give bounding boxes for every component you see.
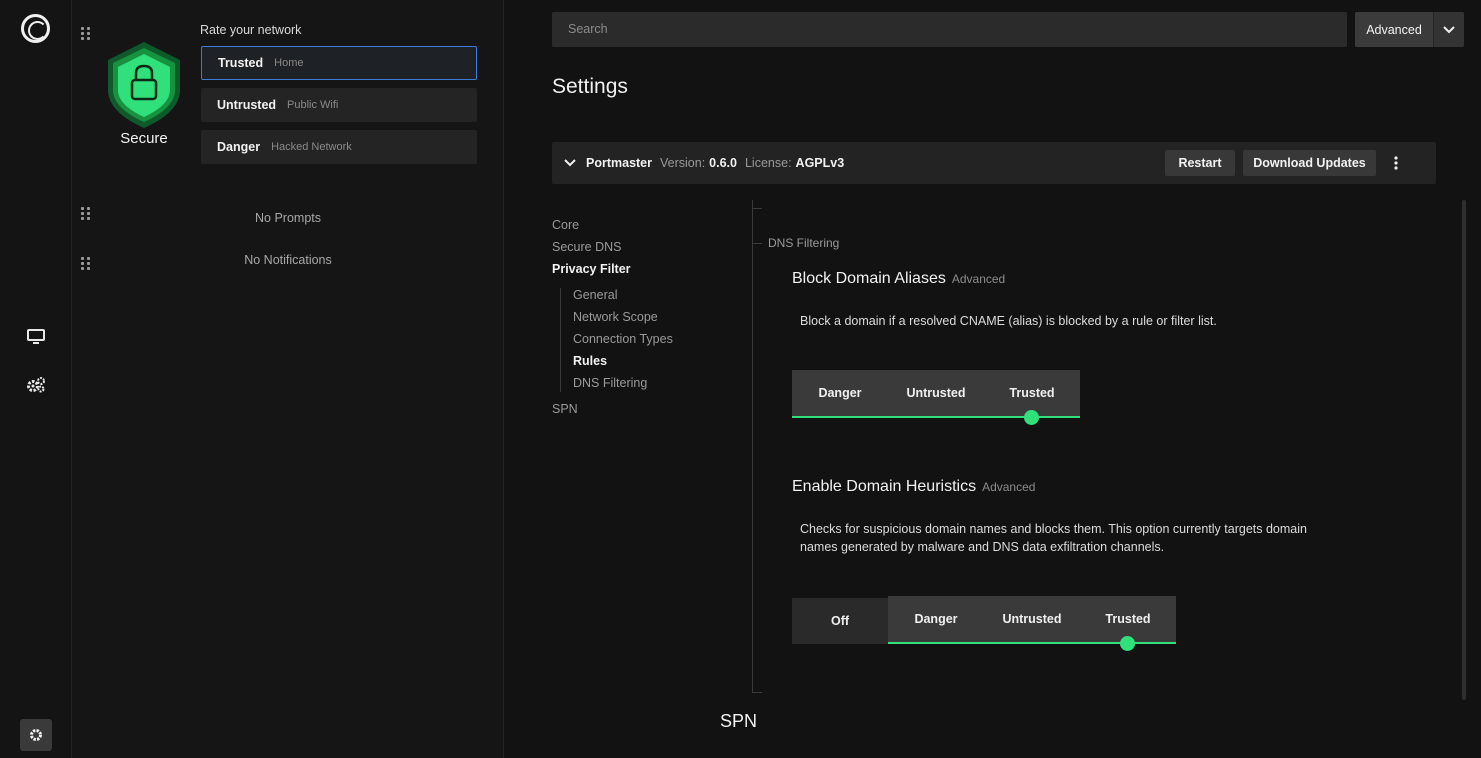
rate-option-sublabel: Hacked Network [271,141,352,153]
section-tree-tick [752,208,762,209]
section-label: DNS Filtering [768,236,840,250]
rate-option-label: Untrusted [217,98,277,112]
scrollbar[interactable] [1462,200,1466,700]
setting-title: Block Domain Aliases Advanced [792,270,1005,288]
page-title: Settings [552,75,628,98]
security-level-slider[interactable]: Danger Untrusted Trusted [792,370,1080,425]
rate-option-sublabel: Public Wifi [287,99,339,111]
slider-knob[interactable] [1024,410,1039,425]
notifications-empty: No Notifications [244,253,332,267]
status-panel: Secure Rate your network Trusted Home Un… [72,0,504,758]
version-key: Version: [660,156,706,170]
setting-description: Checks for suspicious domain names and b… [800,522,1307,554]
section-tree-line [752,200,753,693]
shield-lock-icon [104,40,184,130]
chevron-down-icon[interactable] [564,157,576,169]
download-updates-button[interactable]: Download Updates [1243,150,1376,176]
toc-divider [560,288,561,392]
toc-sub-connection-types[interactable]: Connection Types [573,332,673,346]
segment-danger[interactable]: Danger [792,370,888,416]
nav-rail [0,0,72,758]
mode-button[interactable]: Advanced [1355,12,1433,47]
rate-network-title: Rate your network [200,23,302,37]
advanced-tag: Advanced [951,272,1006,286]
toc-sub-rules[interactable]: Rules [573,354,607,368]
advanced-tag: Advanced [982,480,1036,494]
rate-option-label: Trusted [218,56,264,70]
drag-handle-icon[interactable] [81,27,91,40]
rate-option-sublabel: Home [274,57,304,69]
section-tree-tick [752,243,762,244]
toc-item-secure-dns[interactable]: Secure DNS [552,240,621,254]
rate-option-untrusted[interactable]: Untrusted Public Wifi [201,88,477,122]
rate-option-trusted[interactable]: Trusted Home [201,46,477,80]
setting-name: Enable Domain Heuristics [792,478,977,495]
settings-main: Advanced Settings Portmaster Version: 0.… [504,0,1481,758]
app-name: Portmaster [586,156,652,170]
toc-item-core[interactable]: Core [552,218,579,232]
settings-gear-icon[interactable] [20,719,52,751]
toc-item-spn[interactable]: SPN [552,402,578,416]
license-value: AGPLv3 [795,156,845,170]
setting-description: Block a domain if a resolved CNAME (alia… [800,314,1217,328]
toc-sub-dns-filtering[interactable]: DNS Filtering [573,376,647,390]
section-tree-tick [752,692,762,693]
setting-title: Enable Domain Heuristics Advanced [792,478,1035,496]
prompts-empty: No Prompts [255,211,321,225]
segment-untrusted[interactable]: Untrusted [888,370,984,416]
license-key: License: [744,156,792,170]
toc-sub-general[interactable]: General [573,288,617,302]
gears-icon[interactable] [18,369,54,401]
search-input[interactable] [552,12,1347,47]
rate-option-label: Danger [217,140,261,154]
segment-untrusted[interactable]: Untrusted [984,596,1080,642]
security-status-label: Secure [120,130,168,147]
restart-button[interactable]: Restart [1165,150,1235,176]
toc-item-privacy-filter[interactable]: Privacy Filter [552,262,631,276]
monitor-icon[interactable] [18,321,54,353]
chevron-down-icon[interactable] [1433,12,1464,47]
version-value: 0.6.0 [709,156,737,170]
portmaster-app: Secure Rate your network Trusted Home Un… [0,0,1481,758]
section-heading-spn: SPN [720,711,758,731]
portmaster-header: Portmaster Version: 0.6.0 License: AGPLv… [552,142,1436,184]
portmaster-logo-icon[interactable] [21,14,50,43]
security-level-slider[interactable]: Off Danger Untrusted Trusted [792,596,1176,651]
rate-option-danger[interactable]: Danger Hacked Network [201,130,477,164]
slider-knob[interactable] [1120,636,1135,651]
segment-off[interactable]: Off [792,598,888,644]
toc-sub-network-scope[interactable]: Network Scope [573,310,658,324]
setting-name: Block Domain Aliases [792,270,946,287]
more-vertical-icon[interactable] [1386,153,1406,173]
segment-danger[interactable]: Danger [888,596,984,642]
